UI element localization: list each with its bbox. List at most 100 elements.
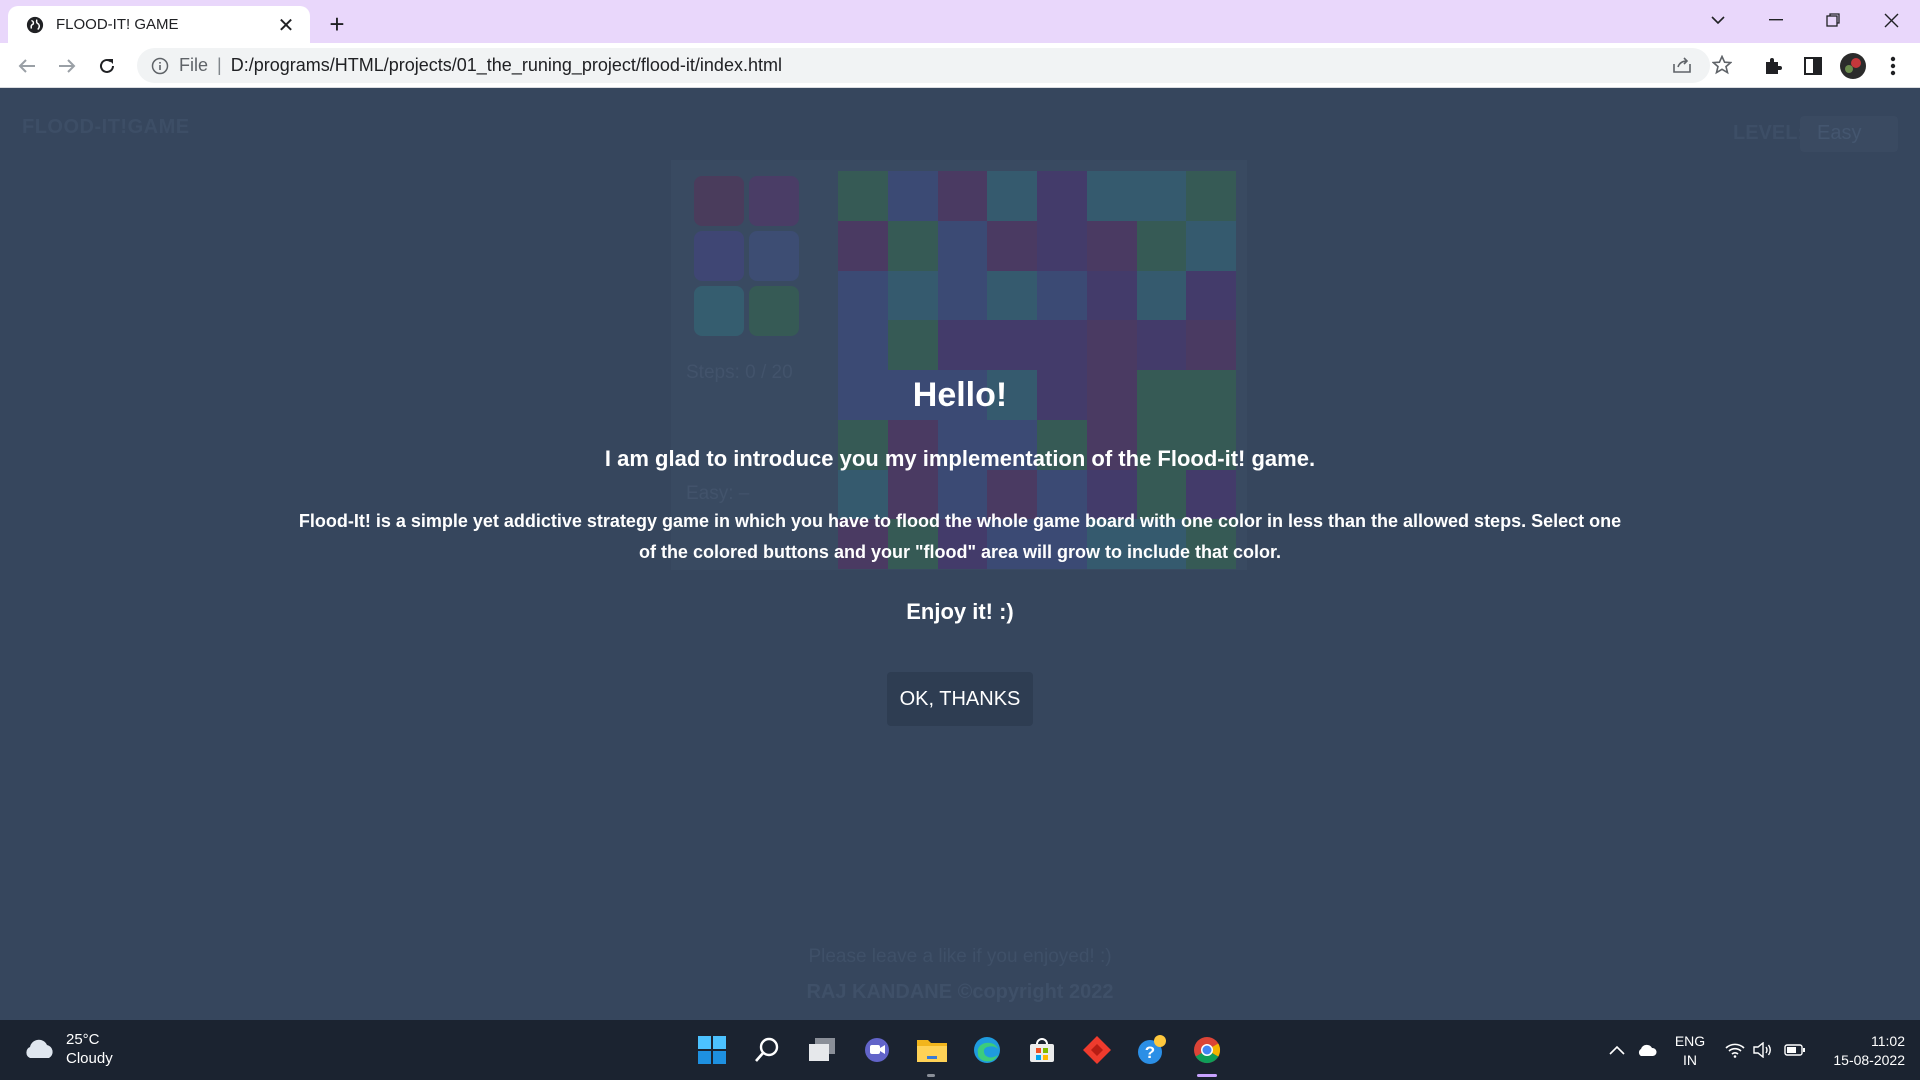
level-select[interactable]: Easy <box>1800 116 1898 152</box>
modal-description: Flood-It! is a simple yet addictive stra… <box>298 511 1622 562</box>
board-cell <box>937 320 988 370</box>
chrome-menu-icon[interactable] <box>1878 51 1908 81</box>
profile-avatar[interactable] <box>1838 51 1868 81</box>
board-cell <box>887 270 938 321</box>
weather-description: Cloudy <box>66 1050 113 1067</box>
board-cell <box>1086 270 1137 321</box>
board-cell <box>1136 220 1187 271</box>
board-cell <box>1136 320 1187 370</box>
board-cell <box>1186 171 1236 221</box>
language-indicator[interactable]: ENG IN <box>1670 1032 1710 1070</box>
board-cell <box>1086 171 1137 221</box>
search-icon[interactable] <box>749 1032 785 1068</box>
board-cell <box>937 270 988 321</box>
new-tab-button[interactable]: + <box>322 9 352 39</box>
volume-icon[interactable] <box>1750 1020 1776 1080</box>
board-cell <box>987 220 1037 271</box>
color-button-4[interactable] <box>749 231 799 281</box>
board-cell <box>1037 220 1087 271</box>
wifi-icon[interactable] <box>1722 1020 1748 1080</box>
side-panel-icon[interactable] <box>1798 51 1828 81</box>
modal-enjoy: Enjoy it! :) <box>906 599 1014 624</box>
battery-icon[interactable] <box>1780 1020 1810 1080</box>
color-button-3[interactable] <box>694 231 744 281</box>
teams-chat-icon[interactable] <box>859 1032 895 1068</box>
best-score: Easy: – <box>686 483 750 504</box>
modal-intro: I am glad to introduce you my implementa… <box>604 446 1316 471</box>
windows-taskbar: 25°C Cloudy ? ENG IN 11:02 15-08-2022 <box>0 1020 1920 1080</box>
board-cell <box>1136 171 1187 221</box>
board-cell <box>1037 320 1087 370</box>
board-cell <box>838 220 888 271</box>
file-explorer-icon[interactable] <box>914 1032 950 1068</box>
language-region: IN <box>1683 1052 1697 1068</box>
share-icon[interactable] <box>1669 52 1695 78</box>
browser-toolbar: File | D:/programs/HTML/projects/01_the_… <box>0 43 1920 88</box>
color-button-6[interactable] <box>749 286 799 336</box>
board-cell <box>1186 320 1236 370</box>
task-view-icon[interactable] <box>804 1032 840 1068</box>
running-app-indicator <box>927 1074 935 1077</box>
color-button-2[interactable] <box>749 176 799 226</box>
board-cell <box>987 270 1037 321</box>
board-cell <box>1186 270 1236 321</box>
weather-widget[interactable]: 25°C Cloudy <box>22 1030 113 1068</box>
cloud-icon <box>26 1039 53 1058</box>
browser-tab[interactable]: FLOOD-IT! GAME ✕ <box>8 6 310 43</box>
back-button[interactable] <box>11 50 43 82</box>
clock-date: 15-08-2022 <box>1833 1052 1905 1068</box>
anydesk-icon[interactable] <box>1079 1032 1115 1068</box>
level-label: LEVEL: <box>1733 122 1805 144</box>
get-help-icon[interactable]: ? <box>1134 1032 1170 1068</box>
svg-text:?: ? <box>1145 1043 1155 1062</box>
system-clock[interactable]: 11:02 15-08-2022 <box>1815 1032 1905 1070</box>
color-button-5[interactable] <box>694 286 744 336</box>
edge-icon[interactable] <box>969 1032 1005 1068</box>
restore-button[interactable] <box>1805 0 1861 40</box>
url-scheme: File <box>179 55 209 75</box>
globe-icon <box>26 16 44 33</box>
board-cell <box>1136 270 1187 321</box>
game-title: FLOOD-IT!GAME <box>22 116 190 138</box>
reload-button[interactable] <box>91 50 123 82</box>
onedrive-cloud-icon[interactable] <box>1632 1020 1662 1080</box>
active-app-indicator <box>1197 1074 1217 1077</box>
forward-button[interactable] <box>51 50 83 82</box>
board-cell <box>887 320 938 370</box>
board-cell <box>838 270 888 321</box>
board-cell <box>887 220 938 271</box>
color-button-1[interactable] <box>694 176 744 226</box>
modal-heading: Hello! <box>912 376 1008 414</box>
language-code: ENG <box>1674 1033 1706 1049</box>
footer-copyright: RAJ KANDANE ©copyright 2022 <box>806 981 1114 1003</box>
board-cell <box>937 171 988 221</box>
ok-thanks-button[interactable]: OK, THANKS <box>887 672 1033 726</box>
tab-search-icon[interactable] <box>1690 0 1746 40</box>
page-viewport: FLOOD-IT!GAME LEVEL: Easy Steps: 0 / 20 … <box>0 88 1920 1020</box>
browser-titlebar: FLOOD-IT! GAME ✕ + <box>0 0 1920 43</box>
tab-title: FLOOD-IT! GAME <box>56 16 179 33</box>
show-hidden-icons-chevron[interactable] <box>1605 1020 1629 1080</box>
board-cell <box>937 220 988 271</box>
weather-temperature: 25°C <box>66 1031 100 1048</box>
board-cell <box>1037 270 1087 321</box>
board-cell <box>1186 220 1236 271</box>
info-icon[interactable] <box>151 57 169 75</box>
close-tab-icon[interactable]: ✕ <box>274 13 298 37</box>
board-cell <box>887 171 938 221</box>
footer-like-text: Please leave a like if you enjoyed! :) <box>808 946 1112 967</box>
address-bar[interactable]: File | D:/programs/HTML/projects/01_the_… <box>137 48 1710 83</box>
board-cell <box>987 171 1037 221</box>
windows-start-icon[interactable] <box>694 1032 730 1068</box>
board-cell <box>838 320 888 370</box>
board-cell <box>1037 171 1087 221</box>
board-cell <box>1086 320 1137 370</box>
close-window-button[interactable] <box>1863 0 1919 40</box>
bookmark-star-icon[interactable] <box>1709 52 1735 78</box>
minimize-button[interactable] <box>1748 0 1804 40</box>
chrome-icon[interactable] <box>1189 1032 1225 1068</box>
extensions-puzzle-icon[interactable] <box>1758 51 1788 81</box>
url-text: D:/programs/HTML/projects/01_the_runing_… <box>230 55 782 75</box>
microsoft-store-icon[interactable] <box>1024 1032 1060 1068</box>
board-cell <box>838 171 888 221</box>
